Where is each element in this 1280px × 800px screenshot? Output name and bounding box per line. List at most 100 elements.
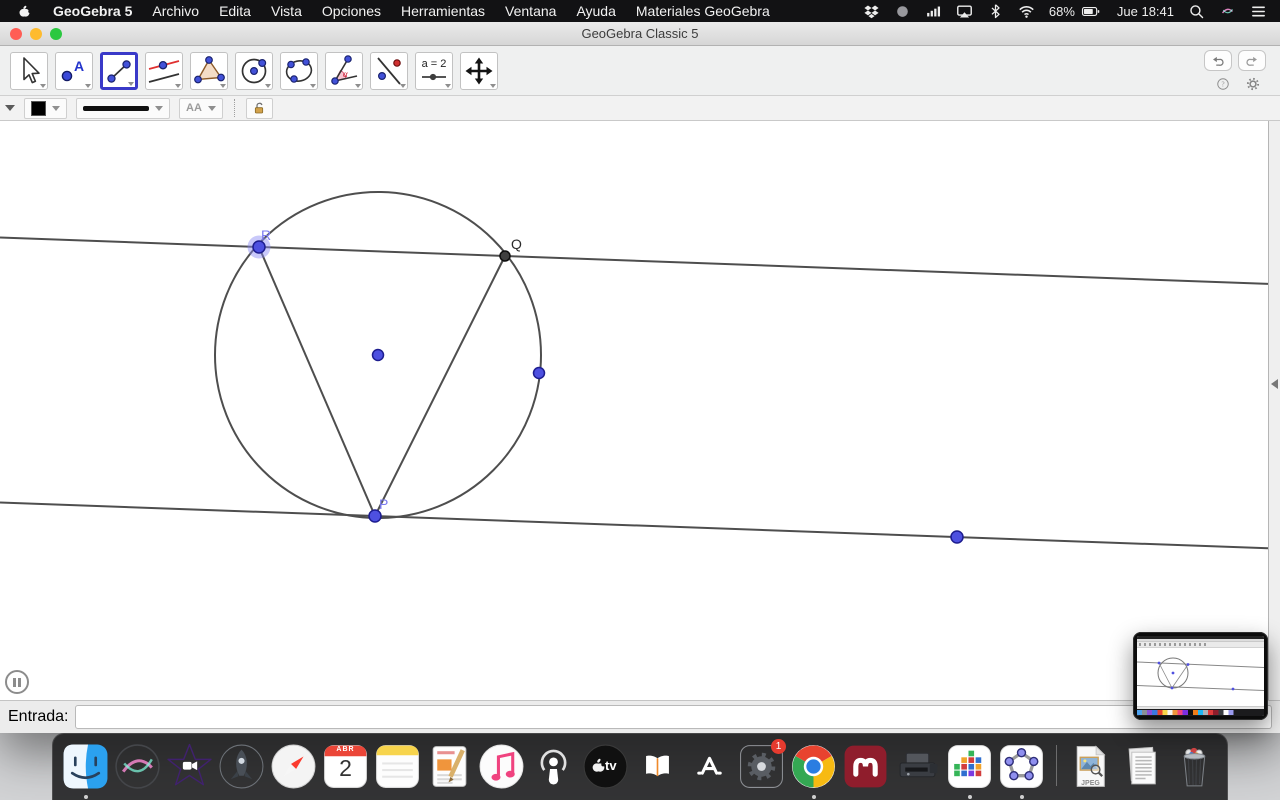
help-icon[interactable] <box>1216 77 1230 91</box>
settings-gear-icon[interactable] <box>1246 77 1260 91</box>
line-through-P[interactable] <box>0 503 1268 549</box>
dock-document[interactable] <box>1118 742 1167 791</box>
point-Q[interactable] <box>500 251 510 261</box>
tool-polygon[interactable] <box>190 52 228 90</box>
notification-badge: 1 <box>771 739 786 754</box>
dock-launchpad[interactable] <box>217 742 266 791</box>
dock-safari[interactable] <box>269 742 318 791</box>
macos-dock: ABR 2 <box>52 733 1228 800</box>
active-app-name[interactable]: GeoGebra 5 <box>43 3 142 19</box>
airplay-icon[interactable] <box>949 3 980 20</box>
line-style-preview <box>83 106 149 111</box>
line-style-button[interactable] <box>76 98 170 119</box>
dock-geogebra[interactable] <box>997 742 1046 791</box>
dock-printer[interactable] <box>893 742 942 791</box>
bluetooth-icon[interactable] <box>980 3 1011 20</box>
dropbox-icon[interactable] <box>856 3 887 20</box>
tool-dropdown-caret <box>128 82 134 86</box>
menu-vista[interactable]: Vista <box>261 3 312 19</box>
entrada-input[interactable] <box>75 705 1272 729</box>
input-bar: Entrada: <box>0 700 1280 733</box>
apple-menu[interactable] <box>6 4 43 19</box>
graphics-canvas[interactable]: RQP <box>0 121 1268 700</box>
dock-pages[interactable] <box>425 742 474 791</box>
window-title: GeoGebra Classic 5 <box>581 26 698 41</box>
tool-point[interactable] <box>55 52 93 90</box>
dock-system-preferences[interactable]: 1 <box>737 742 786 791</box>
stylebar-divider <box>234 99 235 117</box>
mini-dock <box>1137 709 1264 716</box>
tool-dropdown-caret <box>310 84 316 88</box>
dock-divider[interactable] <box>1049 742 1063 791</box>
zoom-window-button[interactable] <box>50 28 62 40</box>
dock-app-store[interactable] <box>685 742 734 791</box>
menubar-clock[interactable]: Jue 18:41 <box>1110 4 1181 19</box>
menu-materiales-geogebra[interactable]: Materiales GeoGebra <box>626 3 780 19</box>
dock-chrome[interactable] <box>789 742 838 791</box>
running-indicator <box>968 795 972 799</box>
panel-expand-arrow-icon[interactable] <box>1271 379 1278 389</box>
dock-mendeley[interactable] <box>841 742 890 791</box>
circle-center-point[interactable] <box>373 350 384 361</box>
dock-trash[interactable] <box>1170 742 1219 791</box>
tool-dropdown-caret <box>400 84 406 88</box>
dock-music-bars-app[interactable] <box>945 742 994 791</box>
menu-herramientas[interactable]: Herramientas <box>391 3 495 19</box>
dock-podcasts[interactable] <box>529 742 578 791</box>
lock-object-button[interactable] <box>246 98 273 119</box>
status-tray: 68% Jue 18:41 <box>856 3 1274 20</box>
tool-slider[interactable] <box>415 52 453 90</box>
dock-siri[interactable] <box>113 742 162 791</box>
label-Q: Q <box>511 236 522 252</box>
redo-button[interactable] <box>1238 50 1266 71</box>
minimize-window-button[interactable] <box>30 28 42 40</box>
status-dot-icon[interactable] <box>887 3 918 20</box>
label-style-button[interactable]: AA <box>179 98 223 119</box>
color-picker-button[interactable] <box>24 98 67 119</box>
menu-archivo[interactable]: Archivo <box>142 3 209 19</box>
window-title-bar[interactable]: GeoGebra Classic 5 <box>0 22 1280 46</box>
dock-apple-tv[interactable]: tv <box>581 742 630 791</box>
segment-R-P[interactable] <box>259 247 375 516</box>
menu-ventana[interactable]: Ventana <box>495 3 566 19</box>
dock-itunes[interactable] <box>477 742 526 791</box>
menu-opciones[interactable]: Opciones <box>312 3 391 19</box>
tool-dropdown-caret <box>175 84 181 88</box>
siri-icon[interactable] <box>1212 3 1243 20</box>
dock-jpeg-file[interactable]: JPEG <box>1066 742 1115 791</box>
tool-parallel-line[interactable] <box>145 52 183 90</box>
style-bar: AA <box>0 96 1280 121</box>
battery-indicator[interactable]: 68% <box>1042 3 1110 20</box>
tool-dropdown-caret <box>445 84 451 88</box>
animation-pause-button[interactable] <box>5 670 29 694</box>
tool-conic[interactable] <box>280 52 318 90</box>
tool-move-view[interactable] <box>460 52 498 90</box>
graphics-view[interactable]: RQP <box>0 121 1280 700</box>
screen-mirror-preview[interactable] <box>1133 632 1268 720</box>
stylebar-collapse-caret[interactable] <box>5 105 15 111</box>
dock-calendar[interactable]: ABR 2 <box>321 742 370 791</box>
tool-circle-center-point[interactable] <box>235 52 273 90</box>
point-on-circle[interactable] <box>534 368 545 379</box>
wifi-icon[interactable] <box>1011 3 1042 20</box>
menu-ayuda[interactable]: Ayuda <box>566 3 625 19</box>
menu-edita[interactable]: Edita <box>209 3 261 19</box>
label-style-text: AA <box>186 102 202 114</box>
line-through-R-Q[interactable] <box>0 238 1268 284</box>
traffic-lights <box>10 28 62 40</box>
point-on-lower-line[interactable] <box>951 531 963 543</box>
dock-finder[interactable] <box>61 742 110 791</box>
tool-angle[interactable] <box>325 52 363 90</box>
dock-imovie[interactable] <box>165 742 214 791</box>
undo-button[interactable] <box>1204 50 1232 71</box>
dock-notes[interactable] <box>373 742 422 791</box>
tool-move[interactable] <box>10 52 48 90</box>
signal-bars-icon[interactable] <box>918 3 949 20</box>
notification-list-icon[interactable] <box>1243 3 1274 20</box>
tool-segment[interactable] <box>100 52 138 90</box>
spotlight-icon[interactable] <box>1181 3 1212 20</box>
dock-books[interactable] <box>633 742 682 791</box>
close-window-button[interactable] <box>10 28 22 40</box>
tool-reflect[interactable] <box>370 52 408 90</box>
tool-dropdown-caret <box>40 84 46 88</box>
